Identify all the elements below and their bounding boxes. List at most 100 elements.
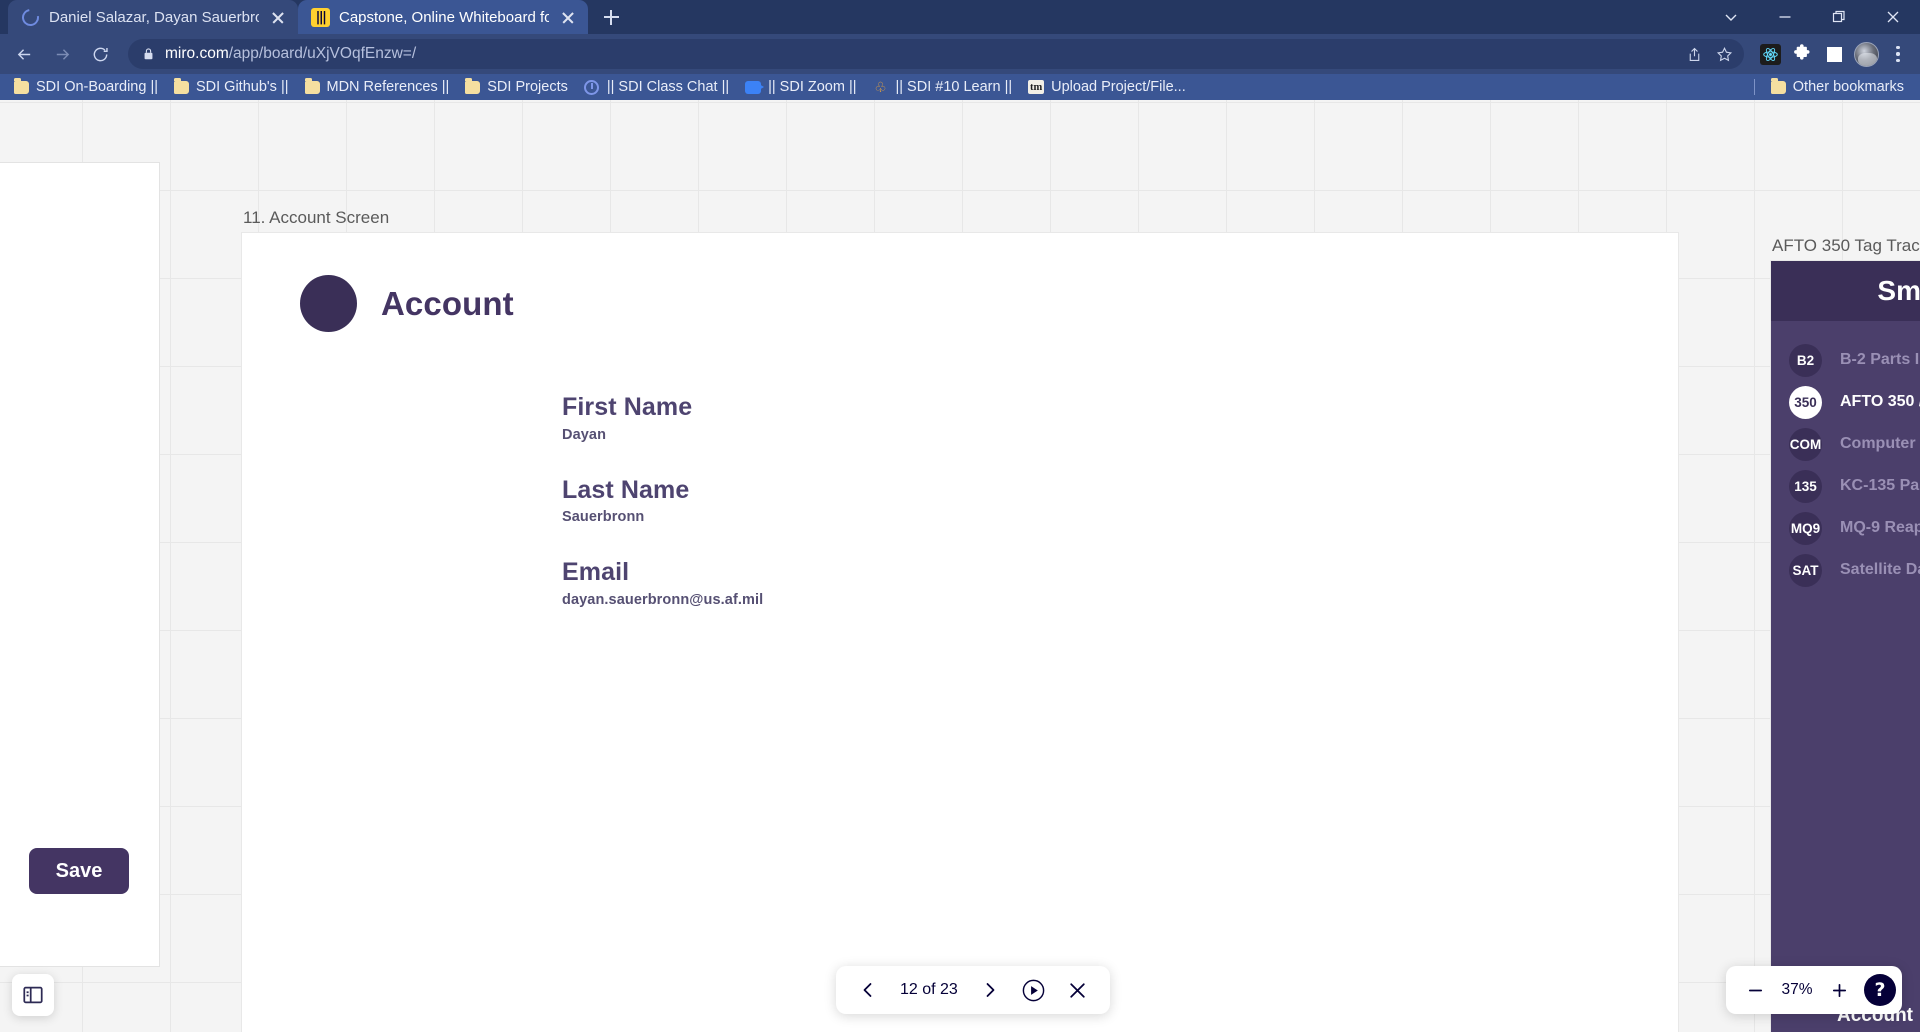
frame-title-label[interactable]: AFTO 350 Tag Tracker ( [1772,236,1920,256]
sidebar-item-label: Satellite Data [1840,561,1920,578]
sidebar-item-label: KC-135 Parts [1840,477,1920,494]
bookmarks-divider [1753,79,1755,95]
account-fields: First Name Dayan Last Name Sauerbronn Em… [562,393,763,641]
previous-frame-button[interactable] [848,970,888,1010]
sidebar-item-afto-350[interactable]: 350 AFTO 350 / DI [1771,381,1920,423]
url-host: miro.com [165,45,229,62]
new-tab-button[interactable] [594,2,628,32]
window-controls [1704,0,1920,34]
sidebar-item-satellite-data[interactable]: SAT Satellite Data [1771,549,1920,591]
navigation-toolbar: miro.com/app/board/uXjVOqfEnzw=/ [0,34,1920,74]
bookmark-item[interactable]: MDN References || [297,77,458,97]
folder-icon [1770,78,1786,94]
other-bookmarks-label: Other bookmarks [1792,79,1904,95]
field-value: Dayan [562,426,607,443]
forward-arrow-icon[interactable] [44,36,80,72]
gold-figure-icon: ♧ [874,79,887,95]
profile-avatar[interactable] [1852,40,1880,68]
zoom-toolbar: 37% ? [1726,966,1902,1014]
bookmark-label: || SDI #10 Learn || [895,79,1013,95]
close-presentation-icon[interactable] [1058,970,1098,1010]
sidebar-item-kc-135-parts[interactable]: 135 KC-135 Parts [1771,465,1920,507]
bookmark-label: Upload Project/File... [1051,79,1186,95]
bookmark-item[interactable]: || SDI Class Chat || [576,77,737,97]
bookmark-item[interactable]: SDI On-Boarding || [6,77,166,97]
restore-icon[interactable] [1812,0,1866,34]
field-last-name: Last Name Sauerbronn [562,476,763,526]
next-frame-button[interactable] [970,970,1010,1010]
field-value: Sauerbronn [562,509,645,525]
folder-icon [304,78,320,94]
close-icon[interactable] [1866,0,1920,34]
bookmark-item[interactable]: ♧ || SDI #10 Learn || [865,77,1021,97]
frame-body: SmartSh B2 B-2 Parts Inve 350 AFTO 350 /… [1770,260,1920,1032]
zoom-in-button[interactable] [1822,970,1856,1010]
app-sidebar-nav: B2 B-2 Parts Inve 350 AFTO 350 / DI COM … [1771,321,1920,591]
frame-counter: 12 of 23 [900,981,958,998]
omnibox-actions [1680,39,1738,69]
three-dot-menu-icon[interactable] [1884,40,1912,68]
page-title: Account [381,284,514,322]
board-frame-account-screen[interactable]: 11. Account Screen Account First Name Da… [241,208,1679,1032]
bookmark-label: MDN References || [326,79,450,95]
miro-canvas[interactable]: Save 11. Account Screen Account First Na… [0,100,1920,1032]
badge-icon: COM [1789,427,1822,461]
star-icon[interactable] [1710,40,1738,68]
white-square-extension-icon[interactable] [1820,40,1848,68]
chat-icon [584,79,600,95]
account-avatar [300,275,357,332]
sidebar-item-mq-9-reaper[interactable]: MQ9 MQ-9 Reaper [1771,507,1920,549]
bookmark-item[interactable]: || SDI Zoom || [737,77,864,97]
extensions-row [1752,40,1912,68]
field-label: First Name [562,393,693,421]
sidebar-item-b2-parts[interactable]: B2 B-2 Parts Inve [1771,339,1920,381]
minimize-icon[interactable] [1758,0,1812,34]
toggle-left-panel-icon[interactable] [12,974,54,1016]
bookmark-item[interactable]: SDI Projects [457,77,576,97]
tab-close-icon[interactable] [268,7,288,27]
zoom-level-label[interactable]: 37% [1774,981,1820,999]
reload-icon[interactable] [82,36,118,72]
badge-icon: B2 [1789,343,1822,377]
bookmark-label: || SDI Class Chat || [606,79,730,95]
save-button[interactable]: Save [29,848,129,894]
bookmark-label: || SDI Zoom || [768,79,857,95]
folder-icon [14,78,29,94]
field-email: Email dayan.sauerbronn@us.af.mil [562,558,763,608]
tab-title: Daniel Salazar, Dayan Sauerbronn [49,8,259,26]
help-icon[interactable]: ? [1864,974,1896,1006]
zoom-out-button[interactable] [1738,970,1772,1010]
bookmark-item[interactable]: tm Upload Project/File... [1020,77,1194,97]
sidebar-item-label: Computer Pa [1840,435,1920,452]
chevron-down-icon[interactable] [1704,0,1758,34]
frame-body: Account First Name Dayan Last Name Sauer… [241,232,1679,1032]
browser-tab-0[interactable]: Daniel Salazar, Dayan Sauerbronn [8,0,298,34]
other-bookmarks-group: Other bookmarks [1753,74,1912,100]
back-arrow-icon[interactable] [6,36,42,72]
bookmarks-bar: SDI On-Boarding || SDI Github's || MDN R… [0,74,1920,100]
board-frame-left[interactable]: Save [0,162,160,967]
bookmark-label: SDI Projects [487,79,568,95]
tab-title: Capstone, Online Whiteboard for [339,8,549,26]
frame-title-label[interactable]: 11. Account Screen [243,208,389,228]
sidebar-item-label: B-2 Parts Inve [1840,351,1920,368]
sidebar-item-computer-parts[interactable]: COM Computer Pa [1771,423,1920,465]
bookmark-label: SDI On-Boarding || [36,79,158,95]
share-icon[interactable] [1680,40,1708,68]
tab-close-icon[interactable] [558,7,578,27]
board-frame-afto-350-tag-tracker[interactable]: AFTO 350 Tag Tracker ( SmartSh B2 B-2 Pa… [1770,236,1920,1032]
url-text: miro.com/app/board/uXjVOqfEnzw=/ [165,45,416,63]
other-bookmarks-button[interactable]: Other bookmarks [1763,77,1912,97]
browser-tab-1[interactable]: ||| Capstone, Online Whiteboard for [298,0,588,34]
folder-icon [173,78,189,94]
field-label: Email [562,558,630,586]
play-circle-icon[interactable] [1014,970,1054,1010]
address-bar[interactable]: miro.com/app/board/uXjVOqfEnzw=/ [128,39,1744,69]
react-devtools-icon[interactable] [1756,40,1784,68]
bookmark-item[interactable]: SDI Github's || [166,77,297,97]
browser-window: Daniel Salazar, Dayan Sauerbronn ||| Cap… [0,0,1920,1032]
miro-favicon-icon: ||| [311,7,330,27]
sidebar-item-label: MQ-9 Reaper [1840,519,1920,536]
badge-icon: SAT [1789,553,1822,587]
puzzle-extensions-icon[interactable] [1788,40,1816,68]
